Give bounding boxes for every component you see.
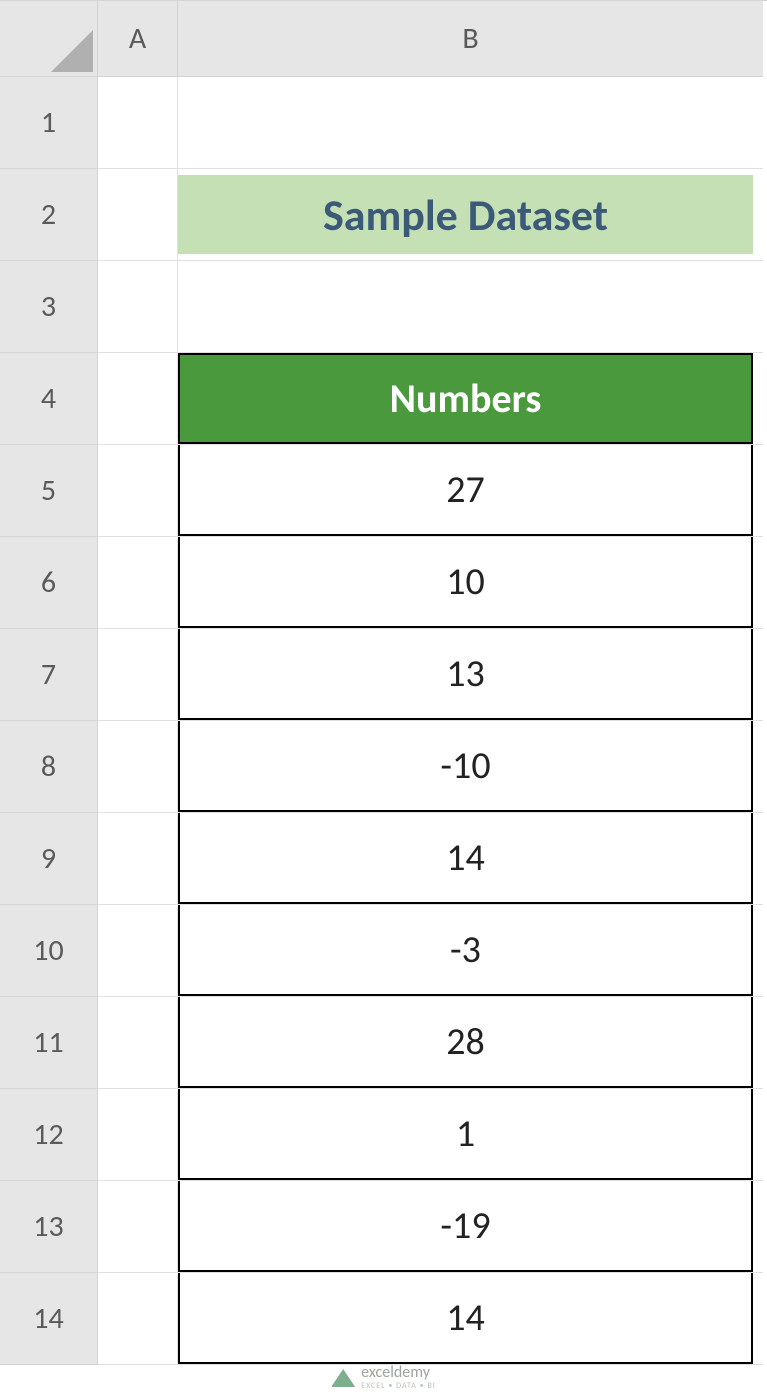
col-header-B[interactable]: B	[178, 1, 763, 77]
table-row: 28	[178, 997, 753, 1088]
cell-B12[interactable]: 1	[178, 1089, 763, 1181]
row-header-10[interactable]: 10	[0, 905, 98, 997]
cell-B4[interactable]: Numbers	[178, 353, 763, 445]
cell-A12[interactable]	[98, 1089, 178, 1181]
table-row: -19	[178, 1181, 753, 1272]
row-header-6[interactable]: 6	[0, 537, 98, 629]
cell-A11[interactable]	[98, 997, 178, 1089]
cell-A4[interactable]	[98, 353, 178, 445]
cell-B8[interactable]: -10	[178, 721, 763, 813]
row-header-8[interactable]: 8	[0, 721, 98, 813]
row-header-5[interactable]: 5	[0, 445, 98, 537]
table-row: 13	[178, 629, 753, 720]
cell-A13[interactable]	[98, 1181, 178, 1273]
spreadsheet-grid: A B 1 2 Sample Dataset 3 4 Numbers 5 27 …	[0, 0, 767, 1365]
table-row: 27	[178, 445, 753, 536]
dataset-title: Sample Dataset	[178, 175, 753, 254]
table-row: 14	[178, 1273, 753, 1364]
cell-A10[interactable]	[98, 905, 178, 997]
cell-B6[interactable]: 10	[178, 537, 763, 629]
row-header-7[interactable]: 7	[0, 629, 98, 721]
table-row: -3	[178, 905, 753, 996]
row-header-9[interactable]: 9	[0, 813, 98, 905]
watermark-name: exceldemy	[361, 1365, 436, 1381]
cell-B9[interactable]: 14	[178, 813, 763, 905]
row-header-11[interactable]: 11	[0, 997, 98, 1089]
col-header-A[interactable]: A	[98, 1, 178, 77]
cell-B7[interactable]: 13	[178, 629, 763, 721]
cell-B1[interactable]	[178, 77, 763, 169]
cell-A6[interactable]	[98, 537, 178, 629]
watermark-logo-icon	[331, 1369, 355, 1387]
table-row: 10	[178, 537, 753, 628]
cell-A7[interactable]	[98, 629, 178, 721]
row-header-2[interactable]: 2	[0, 169, 98, 261]
row-header-14[interactable]: 14	[0, 1273, 98, 1365]
row-header-13[interactable]: 13	[0, 1181, 98, 1273]
cell-A3[interactable]	[98, 261, 178, 353]
cell-B2[interactable]: Sample Dataset	[178, 169, 763, 261]
select-all-triangle-icon	[51, 30, 93, 72]
watermark: exceldemy EXCEL • DATA • BI	[331, 1365, 436, 1391]
cell-B10[interactable]: -3	[178, 905, 763, 997]
cell-A5[interactable]	[98, 445, 178, 537]
table-header: Numbers	[178, 353, 753, 444]
row-header-4[interactable]: 4	[0, 353, 98, 445]
cell-B3[interactable]	[178, 261, 763, 353]
cell-B5[interactable]: 27	[178, 445, 763, 537]
cell-A9[interactable]	[98, 813, 178, 905]
watermark-tag: EXCEL • DATA • BI	[361, 1381, 436, 1391]
cell-B13[interactable]: -19	[178, 1181, 763, 1273]
table-row: -10	[178, 721, 753, 812]
table-row: 1	[178, 1089, 753, 1180]
cell-A1[interactable]	[98, 77, 178, 169]
row-header-12[interactable]: 12	[0, 1089, 98, 1181]
cell-A8[interactable]	[98, 721, 178, 813]
table-row: 14	[178, 813, 753, 904]
select-all-corner[interactable]	[0, 1, 98, 77]
row-header-3[interactable]: 3	[0, 261, 98, 353]
row-header-1[interactable]: 1	[0, 77, 98, 169]
cell-B14[interactable]: 14	[178, 1273, 763, 1365]
cell-A14[interactable]	[98, 1273, 178, 1365]
cell-B11[interactable]: 28	[178, 997, 763, 1089]
cell-A2[interactable]	[98, 169, 178, 261]
